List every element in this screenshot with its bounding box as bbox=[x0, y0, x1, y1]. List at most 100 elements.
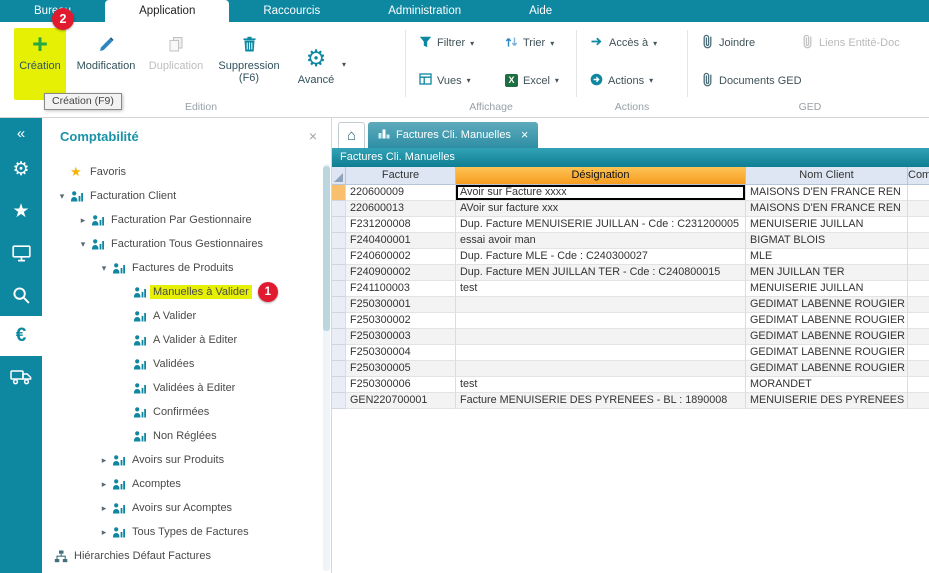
scrollbar-thumb[interactable] bbox=[323, 166, 330, 331]
cell-nom-client[interactable]: MAISONS D'EN FRANCE REN bbox=[746, 185, 908, 201]
tab-home[interactable]: ⌂ bbox=[338, 122, 365, 148]
cell-designation[interactable]: Dup. Facture MEN JUILLAN TER - Cde : C24… bbox=[456, 265, 746, 281]
cell-designation[interactable]: AVoir sur facture xxx bbox=[456, 201, 746, 217]
select-all-corner-icon[interactable] bbox=[334, 173, 343, 182]
table-row[interactable]: F240900002Dup. Facture MEN JUILLAN TER -… bbox=[332, 265, 929, 281]
nav-item-facturation-tous-gestionnaires[interactable]: ▾Facturation Tous Gestionnaires bbox=[42, 232, 331, 256]
table-row[interactable]: F250300006testMORANDET bbox=[332, 377, 929, 393]
cell-comm[interactable] bbox=[908, 329, 929, 345]
filtrer-button[interactable]: Filtrer▾ bbox=[419, 34, 491, 52]
trier-button[interactable]: Trier▾ bbox=[505, 34, 567, 52]
table-row[interactable]: GEN220700001Facture MENUISERIE DES PYREN… bbox=[332, 393, 929, 409]
nav-item-factures-de-produits[interactable]: ▾Factures de Produits bbox=[42, 256, 331, 280]
cell-comm[interactable] bbox=[908, 265, 929, 281]
row-selector-cell[interactable] bbox=[332, 185, 346, 201]
menu-item-administration[interactable]: Administration bbox=[354, 0, 495, 22]
cell-facture[interactable]: F250300002 bbox=[346, 313, 456, 329]
chevron-right-icon[interactable]: ▸ bbox=[96, 479, 112, 490]
cell-facture[interactable]: F240400001 bbox=[346, 233, 456, 249]
actions-button[interactable]: Actions▾ bbox=[590, 72, 668, 90]
chevron-down-icon[interactable]: ▾ bbox=[342, 60, 346, 69]
cell-facture[interactable]: F240600002 bbox=[346, 249, 456, 265]
cell-facture[interactable]: F250300006 bbox=[346, 377, 456, 393]
chevron-down-icon[interactable]: ▾ bbox=[550, 39, 554, 48]
cell-designation[interactable] bbox=[456, 297, 746, 313]
collapse-icon[interactable]: « bbox=[0, 118, 42, 148]
cell-comm[interactable] bbox=[908, 377, 929, 393]
cell-comm[interactable] bbox=[908, 217, 929, 233]
nav-item-facturation-client[interactable]: ▾Facturation Client bbox=[42, 184, 331, 208]
cell-comm[interactable] bbox=[908, 393, 929, 409]
cell-designation[interactable]: Dup. Facture MENUISERIE JUILLAN - Cde : … bbox=[456, 217, 746, 233]
cell-nom-client[interactable]: GEDIMAT LABENNE ROUGIER bbox=[746, 297, 908, 313]
cell-nom-client[interactable]: GEDIMAT LABENNE ROUGIER bbox=[746, 329, 908, 345]
chevron-right-icon[interactable]: ▸ bbox=[96, 527, 112, 538]
gear-icon[interactable]: ⚙ bbox=[0, 148, 42, 190]
cell-designation[interactable] bbox=[456, 329, 746, 345]
cell-facture[interactable]: F250300004 bbox=[346, 345, 456, 361]
chevron-right-icon[interactable]: ▸ bbox=[96, 503, 112, 514]
avance-button[interactable]: ⚙ Avancé bbox=[292, 42, 340, 86]
nav-item-a-valider-editer[interactable]: A Valider à Editer bbox=[42, 328, 331, 352]
table-row[interactable]: F250300004 GEDIMAT LABENNE ROUGIER bbox=[332, 345, 929, 361]
cell-nom-client[interactable]: GEDIMAT LABENNE ROUGIER bbox=[746, 313, 908, 329]
nav-item-acomptes[interactable]: ▸Acomptes bbox=[42, 472, 331, 496]
column-header-comm[interactable]: Comm bbox=[908, 167, 929, 184]
cell-comm[interactable] bbox=[908, 233, 929, 249]
cell-nom-client[interactable]: MENUISERIE JUILLAN bbox=[746, 217, 908, 233]
cell-nom-client[interactable]: MENUISERIE DES PYRENEES bbox=[746, 393, 908, 409]
cell-comm[interactable] bbox=[908, 313, 929, 329]
row-selector-cell[interactable] bbox=[332, 233, 346, 249]
nav-item-favoris[interactable]: ★Favoris bbox=[42, 160, 331, 184]
tab-factures-cli-manuelles[interactable]: Factures Cli. Manuelles × bbox=[368, 122, 538, 148]
cell-designation[interactable]: Avoir sur Facture xxxx bbox=[456, 185, 746, 201]
table-row[interactable]: F231200008Dup. Facture MENUISERIE JUILLA… bbox=[332, 217, 929, 233]
row-selector-cell[interactable] bbox=[332, 361, 346, 377]
cell-nom-client[interactable]: GEDIMAT LABENNE ROUGIER bbox=[746, 345, 908, 361]
table-row[interactable]: F250300001GEDIMAT LABENNE ROUGIER bbox=[332, 297, 929, 313]
cell-designation[interactable]: essai avoir man bbox=[456, 233, 746, 249]
nav-item-valid-es[interactable]: Validées bbox=[42, 352, 331, 376]
cell-comm[interactable] bbox=[908, 201, 929, 217]
search-icon[interactable] bbox=[0, 274, 42, 316]
close-icon[interactable]: × bbox=[305, 129, 321, 143]
nav-item-non-r-gl-es[interactable]: Non Réglées bbox=[42, 424, 331, 448]
cell-nom-client[interactable]: MLE bbox=[746, 249, 908, 265]
cell-nom-client[interactable]: MORANDET bbox=[746, 377, 908, 393]
cell-designation[interactable] bbox=[456, 313, 746, 329]
chevron-down-icon[interactable]: ▾ bbox=[467, 76, 471, 85]
table-row[interactable]: F250300005GEDIMAT LABENNE ROUGIER bbox=[332, 361, 929, 377]
row-selector-cell[interactable] bbox=[332, 393, 346, 409]
chevron-down-icon[interactable]: ▾ bbox=[555, 76, 559, 85]
column-header-row-selector[interactable] bbox=[332, 167, 346, 184]
table-row[interactable]: 220600013AVoir sur facture xxxMAISONS D'… bbox=[332, 201, 929, 217]
acces-a-button[interactable]: Accès à▾ bbox=[590, 34, 668, 52]
row-selector-cell[interactable] bbox=[332, 345, 346, 361]
excel-button[interactable]: X Excel▾ bbox=[505, 72, 567, 90]
nav-item-a-valider[interactable]: A Valider bbox=[42, 304, 331, 328]
row-selector-cell[interactable] bbox=[332, 249, 346, 265]
nav-item-hi-rarchies-d-faut-factures[interactable]: Hiérarchies Défaut Factures bbox=[42, 544, 331, 568]
cell-comm[interactable] bbox=[908, 281, 929, 297]
nav-item-avoirs-sur-acomptes[interactable]: ▸Avoirs sur Acomptes bbox=[42, 496, 331, 520]
row-selector-cell[interactable] bbox=[332, 297, 346, 313]
cell-designation[interactable]: test bbox=[456, 377, 746, 393]
cell-facture[interactable]: F241100003 bbox=[346, 281, 456, 297]
row-selector-cell[interactable] bbox=[332, 265, 346, 281]
cell-facture[interactable]: 220600009 bbox=[346, 185, 456, 201]
chevron-down-icon[interactable]: ▾ bbox=[653, 39, 657, 48]
row-selector-cell[interactable] bbox=[332, 217, 346, 233]
cell-facture[interactable]: GEN220700001 bbox=[346, 393, 456, 409]
suppression-button[interactable]: Suppression(F6) bbox=[216, 28, 282, 100]
joindre-button[interactable]: Joindre bbox=[701, 34, 787, 52]
cell-designation[interactable] bbox=[456, 345, 746, 361]
chevron-down-icon[interactable]: ▾ bbox=[470, 39, 474, 48]
nav-scrollbar[interactable] bbox=[323, 164, 330, 571]
column-header-nom-client[interactable]: Nom Client bbox=[746, 167, 908, 184]
nav-item-manuelles-valider[interactable]: Manuelles à Valider1 bbox=[42, 280, 331, 304]
chevron-right-icon[interactable]: ▸ bbox=[75, 215, 91, 226]
row-selector-cell[interactable] bbox=[332, 201, 346, 217]
chevron-down-icon[interactable]: ▾ bbox=[649, 76, 653, 85]
cell-comm[interactable] bbox=[908, 249, 929, 265]
vues-button[interactable]: Vues▾ bbox=[419, 72, 491, 90]
